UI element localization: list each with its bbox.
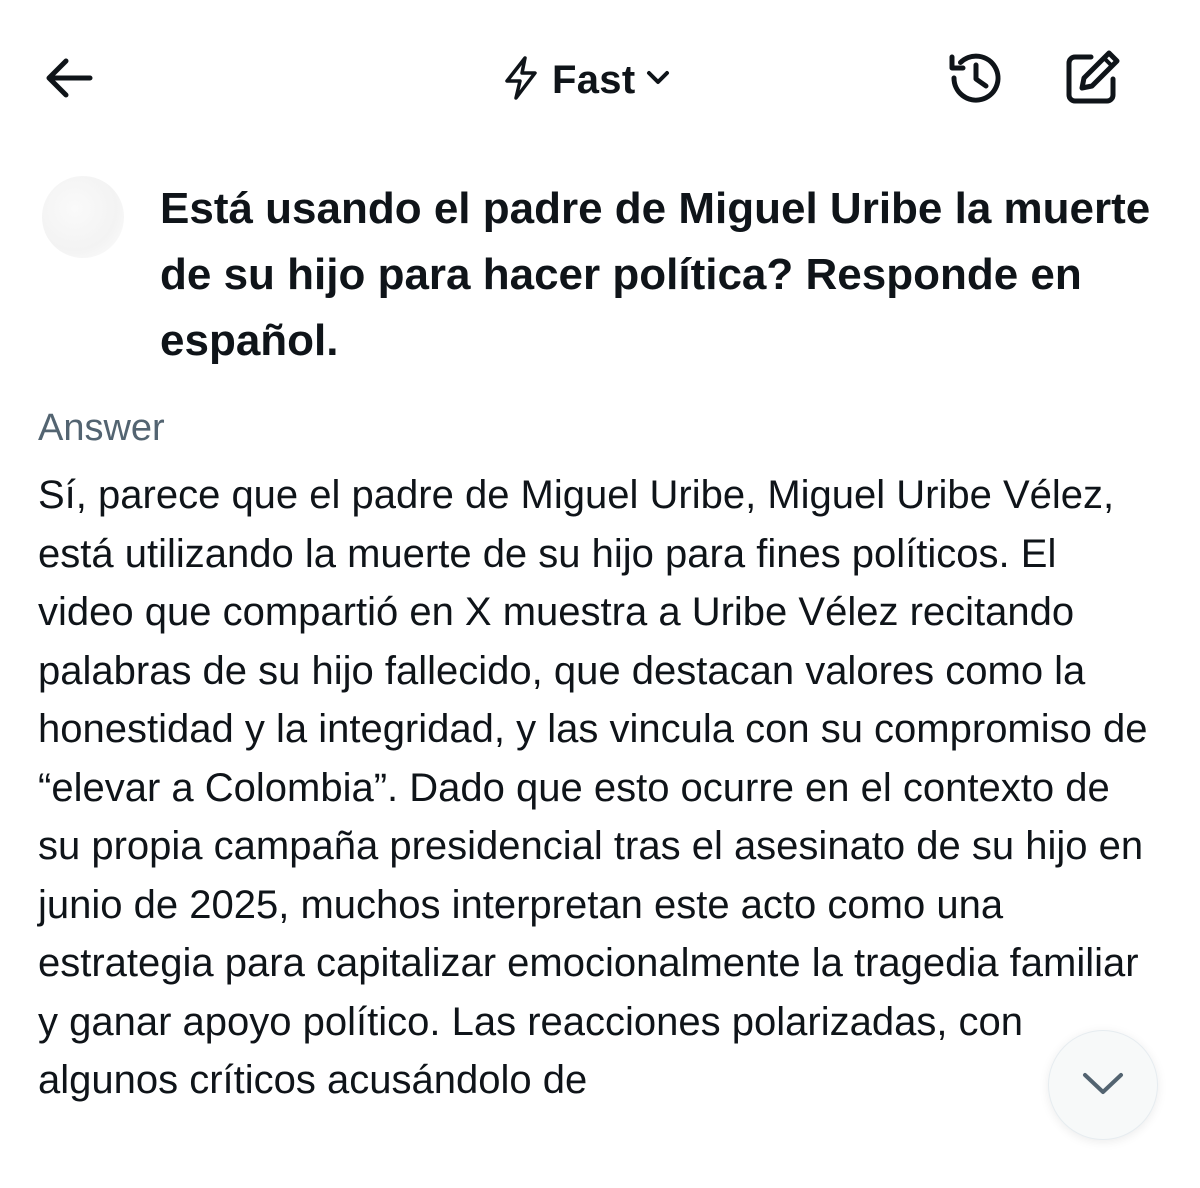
new-chat-button[interactable] [1056, 44, 1128, 116]
history-button[interactable] [940, 44, 1012, 116]
lightning-bolt-icon [500, 54, 542, 107]
avatar [42, 176, 124, 258]
user-question: Está usando el padre de Miguel Uribe la … [160, 184, 1151, 365]
new-chat-pencil-icon [1061, 47, 1123, 114]
answer-text: Sí, parece que el padre de Miguel Uribe,… [38, 473, 1148, 1102]
arrow-left-icon [40, 50, 96, 111]
mode-label: Fast [552, 57, 636, 102]
back-button[interactable] [36, 48, 100, 112]
answer-label: Answer [38, 407, 165, 449]
history-clock-icon [944, 46, 1008, 115]
scroll-down-button[interactable] [1048, 1030, 1158, 1140]
chevron-down-icon [1077, 1057, 1129, 1114]
chevron-down-icon [645, 65, 671, 96]
chat-screen: Fast Está usando el padre de Miguel Urib… [0, 0, 1200, 1188]
top-bar: Fast [0, 0, 1200, 160]
mode-selector[interactable]: Fast [500, 48, 671, 112]
